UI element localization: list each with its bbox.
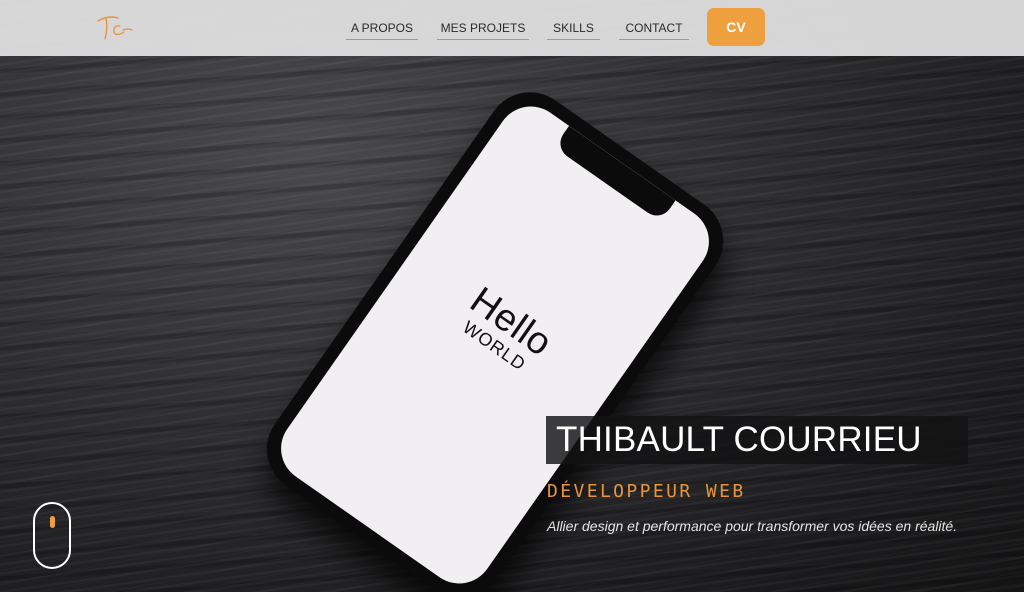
logo-signature[interactable] <box>96 12 136 42</box>
mouse-scroll-icon[interactable] <box>33 502 71 569</box>
top-navbar: A PROPOS MES PROJETS SKILLS CONTACT CV <box>0 0 1024 56</box>
hero-section: Hello WORLD THIBAULT COURRIEU DÉVELOPPEU… <box>0 0 1024 592</box>
hero-name: THIBAULT COURRIEU <box>556 420 922 459</box>
hero-tagline: Allier design et performance pour transf… <box>547 518 958 534</box>
nav-link-skills[interactable]: SKILLS <box>547 20 600 40</box>
nav-link-contact[interactable]: CONTACT <box>619 20 689 40</box>
nav-link-mes-projets[interactable]: MES PROJETS <box>437 20 529 40</box>
phone-hello: Hello <box>462 279 560 365</box>
phone-hello-text: Hello WORLD <box>388 237 622 425</box>
nav-link-a-propos[interactable]: A PROPOS <box>346 20 418 40</box>
mouse-wheel-dot <box>50 516 55 528</box>
logo-signature-icon <box>97 16 133 40</box>
cv-button[interactable]: CV <box>707 8 765 46</box>
hero-job-title: DÉVELOPPEUR WEB <box>547 481 746 502</box>
